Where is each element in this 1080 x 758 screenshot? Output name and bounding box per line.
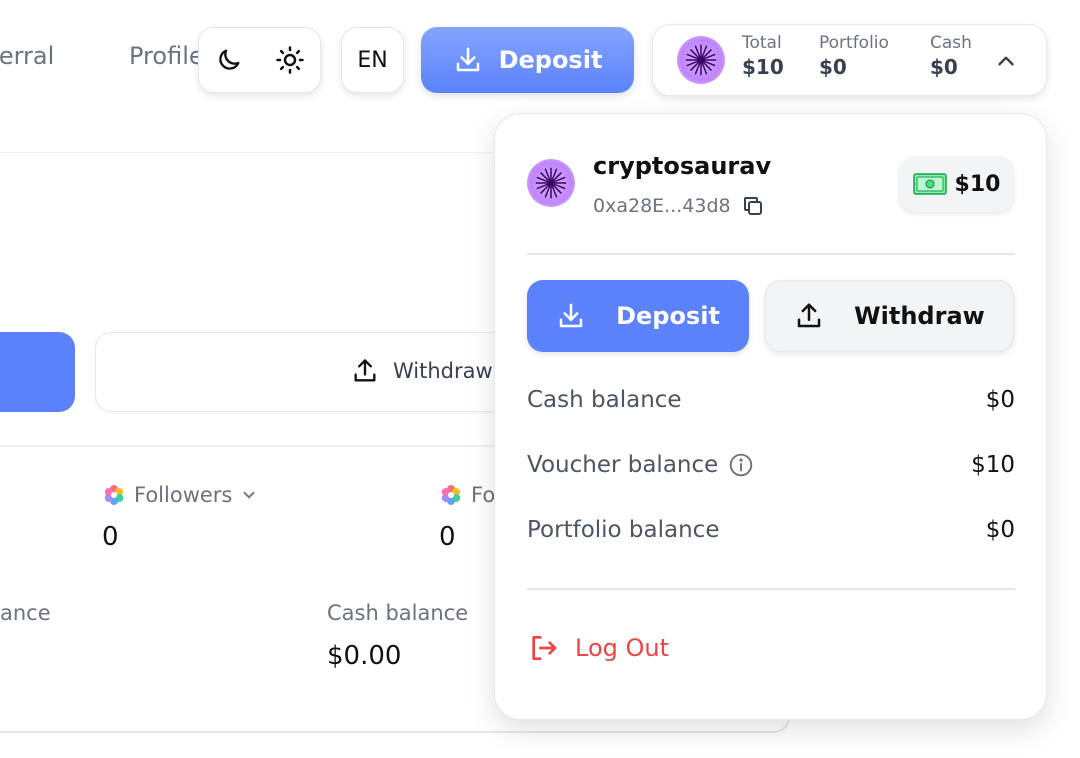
- divider: [527, 253, 1015, 255]
- light-mode-button[interactable]: [270, 40, 310, 80]
- total-label: Total: [742, 33, 782, 53]
- username: cryptosaurav: [593, 152, 772, 180]
- cash-summary: Cash $0: [930, 33, 972, 79]
- cash-value: $0: [930, 55, 958, 79]
- flower-icon: [104, 485, 124, 505]
- portfolio-balance-row-label: Portfolio balance: [527, 517, 720, 543]
- dropdown-deposit-button[interactable]: Deposit: [527, 280, 749, 352]
- following-label: Fo: [471, 483, 496, 507]
- following-count: 0: [439, 522, 456, 552]
- avatar-burst-icon: [535, 167, 567, 199]
- logout-label: Log Out: [575, 634, 670, 662]
- background-deposit-button[interactable]: [0, 332, 75, 412]
- deposit-button[interactable]: Deposit: [421, 27, 634, 93]
- cash-icon: [912, 173, 947, 195]
- copy-icon[interactable]: [741, 194, 765, 218]
- portfolio-balance-row: Portfolio balance $0: [527, 517, 1015, 543]
- wallet-address: 0xa28E...43d8: [593, 194, 765, 218]
- voucher-balance-row-label: Voucher balance: [527, 452, 719, 478]
- dropdown-deposit-label: Deposit: [616, 302, 720, 330]
- voucher-balance-row: Voucher balance $10: [527, 452, 1015, 478]
- chevron-down-icon: [243, 491, 255, 499]
- download-icon: [559, 303, 583, 328]
- flower-icon: [441, 485, 461, 505]
- dark-mode-button[interactable]: [209, 40, 249, 80]
- background-withdraw-button[interactable]: Withdraw: [95, 332, 555, 412]
- voucher-amount: $10: [954, 171, 1001, 197]
- info-icon[interactable]: [728, 452, 754, 478]
- download-icon: [456, 47, 479, 72]
- cash-balance-value: $0.00: [327, 641, 402, 671]
- upload-icon: [354, 359, 376, 382]
- voucher-chip: $10: [899, 156, 1014, 212]
- cash-balance-label: Cash balance: [327, 601, 469, 625]
- theme-toggle: [198, 27, 321, 93]
- chevron-up-icon: [998, 56, 1014, 66]
- wallet-address-text: 0xa28E...43d8: [593, 195, 731, 217]
- language-button[interactable]: EN: [341, 27, 404, 93]
- avatar-burst-icon: [685, 44, 717, 76]
- following-dropdown[interactable]: Fo: [439, 483, 495, 507]
- total-value: $10: [742, 55, 784, 79]
- portfolio-summary: Portfolio $0: [819, 33, 889, 79]
- portfolio-balance-row-value: $0: [985, 517, 1015, 543]
- logout-icon: [532, 636, 557, 660]
- portfolio-label: Portfolio: [819, 33, 889, 53]
- voucher-balance-row-value: $10: [971, 452, 1015, 478]
- total-summary: Total $10: [742, 33, 784, 79]
- dropdown-withdraw-label: Withdraw: [854, 302, 985, 330]
- moon-icon: [219, 49, 240, 70]
- divider: [527, 588, 1015, 590]
- avatar: [677, 36, 725, 84]
- followers-label: Followers: [134, 483, 233, 507]
- nav-link-referral[interactable]: Referral: [0, 42, 54, 70]
- cash-balance-row-label: Cash balance: [527, 387, 682, 413]
- deposit-button-label: Deposit: [498, 46, 603, 74]
- cash-label: Cash: [930, 33, 972, 53]
- followers-dropdown[interactable]: Followers: [102, 483, 258, 507]
- account-dropdown: cryptosaurav 0xa28E...43d8 $10 Deposit W…: [494, 113, 1047, 720]
- balance-label-fragment: ance: [0, 601, 51, 625]
- dropdown-withdraw-button[interactable]: Withdraw: [765, 280, 1014, 352]
- portfolio-value: $0: [819, 55, 847, 79]
- sun-icon: [276, 46, 304, 74]
- nav-link-profile[interactable]: Profile: [129, 42, 204, 70]
- cash-balance-row-value: $0: [985, 387, 1015, 413]
- logout-button[interactable]: Log Out: [527, 632, 669, 664]
- background-withdraw-label: Withdraw: [393, 359, 493, 383]
- dropdown-avatar: [527, 159, 575, 207]
- wallet-summary-button[interactable]: Total $10 Portfolio $0 Cash $0: [652, 24, 1047, 96]
- followers-count: 0: [102, 522, 119, 552]
- cash-balance-row: Cash balance $0: [527, 387, 1015, 413]
- upload-icon: [797, 303, 821, 328]
